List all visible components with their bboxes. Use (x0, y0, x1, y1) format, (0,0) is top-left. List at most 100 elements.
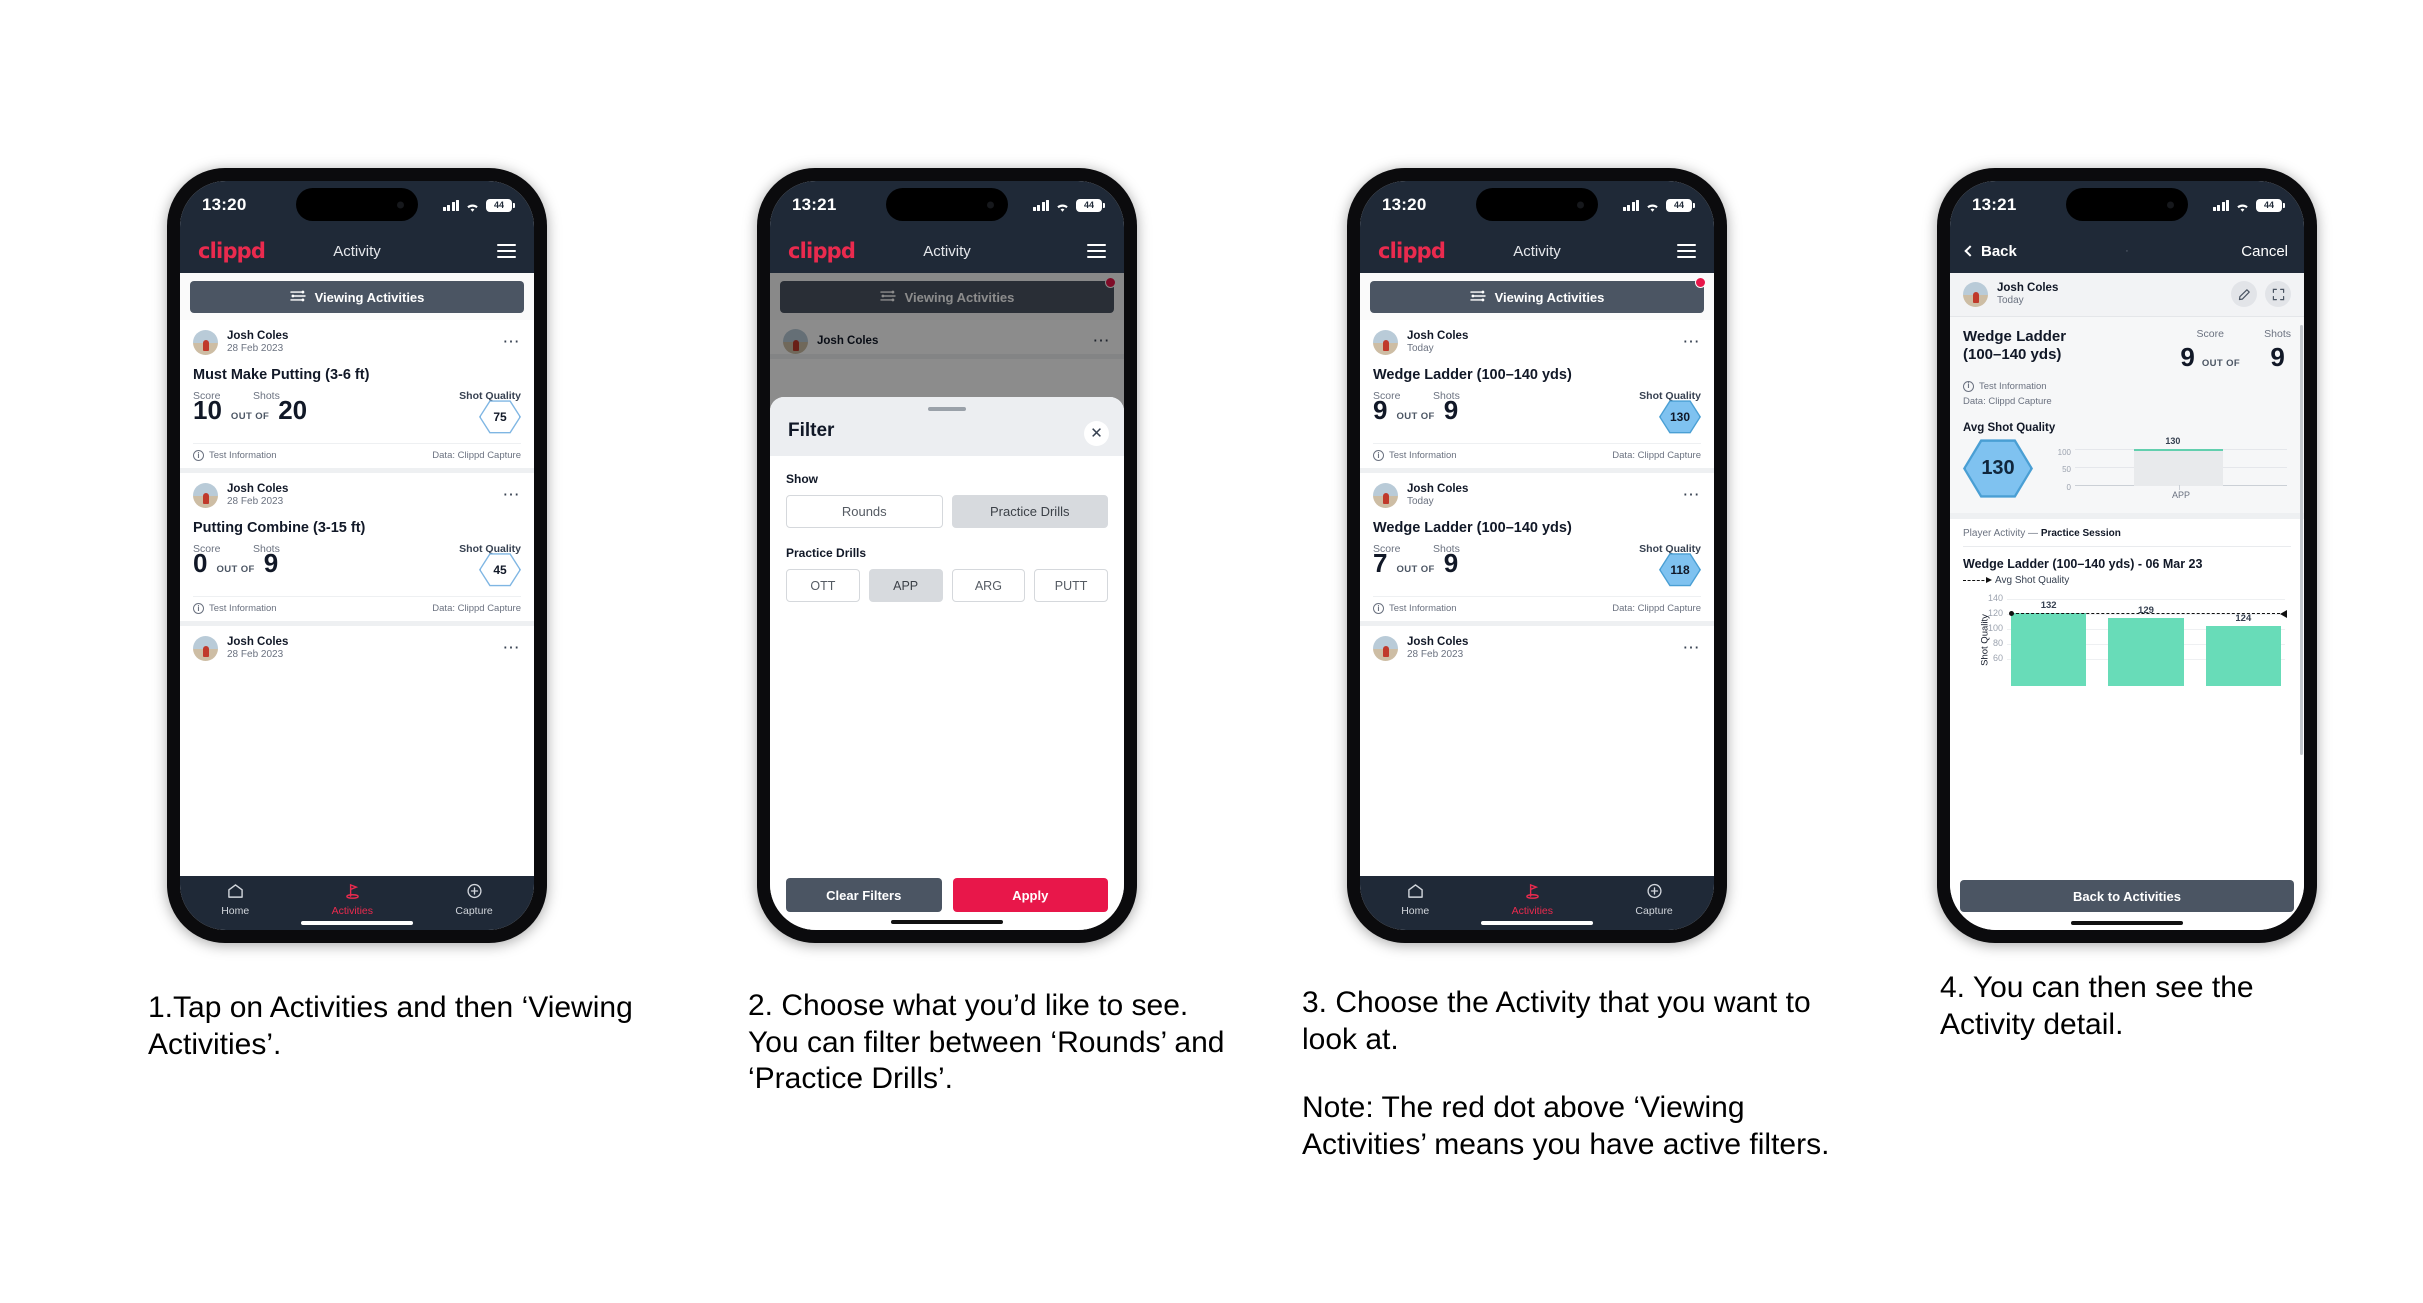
sheet-grabber[interactable] (928, 407, 966, 411)
close-icon[interactable]: ✕ (1084, 421, 1109, 446)
chip-putt[interactable]: PUTT (1034, 569, 1108, 602)
tab-activities[interactable]: Activities (332, 883, 373, 917)
tab-activities-label: Activities (1511, 905, 1554, 917)
page-title: Activity (333, 242, 381, 260)
out-of-label: OUT OF (1396, 563, 1435, 575)
data-source-label: Data: Clippd Capture (1612, 602, 1701, 614)
nav-center-dot: · (2125, 245, 2129, 257)
viewing-activities-button[interactable]: Viewing Activities (1370, 281, 1704, 313)
activity-card[interactable]: Josh Coles 28 Feb 2023 ⋯ Putting Combine… (180, 472, 534, 626)
detail-nav-bar: Back · Cancel (1950, 229, 2304, 273)
app-body: Viewing Activities Josh Coles 28 Feb 202… (180, 273, 534, 876)
card-header: Josh Coles 28 Feb 2023 ⋯ (193, 635, 521, 662)
activity-card-partial[interactable]: Josh Coles 28 Feb 2023 ⋯ (1360, 625, 1714, 662)
home-icon (1407, 883, 1424, 902)
caption-4-text: 4. You can then see the Activity detail. (1940, 971, 2254, 1041)
shots-value: 9 (2270, 341, 2285, 372)
scrollbar[interactable] (2299, 325, 2303, 755)
menu-icon[interactable] (1677, 244, 1696, 258)
bar-3: 124 (2205, 613, 2281, 686)
filter-bar-wrap: Viewing Activities (180, 273, 534, 320)
player-activity-value: Practice Session (2040, 527, 2121, 539)
tab-home[interactable]: Home (221, 883, 249, 917)
dynamic-island (2066, 188, 2188, 221)
cancel-button[interactable]: Cancel (2241, 243, 2288, 260)
back-to-activities-button[interactable]: Back to Activities (1960, 880, 2294, 912)
user-name: Josh Coles (227, 635, 289, 648)
phone-3: 13:20 44 clippd Activity Viewing Activit… (1347, 168, 1727, 943)
more-options-icon[interactable]: ⋯ (1683, 639, 1702, 656)
player-activity-section: Player Activity — Practice Session Wedge… (1950, 512, 2304, 686)
more-options-icon[interactable]: ⋯ (503, 486, 522, 503)
chip-rounds[interactable]: Rounds (786, 495, 943, 528)
shots-value: 20 (278, 394, 308, 425)
activity-card[interactable]: Josh Coles 28 Feb 2023 ⋯ Must Make Putti… (180, 320, 534, 473)
activity-date: 28 Feb 2023 (227, 343, 284, 355)
clear-filters-button[interactable]: Clear Filters (786, 878, 942, 912)
sheet-title: Filter (788, 420, 835, 441)
status-bar: 13:21 44 (770, 181, 1124, 229)
avg-shot-quality-hex: 130 (1963, 438, 2033, 500)
status-icons: 44 (2212, 198, 2285, 212)
data-source-label: Data: Clippd Capture (1963, 396, 2052, 408)
viewing-activities-button[interactable]: Viewing Activities (190, 281, 524, 313)
more-options-icon[interactable]: ⋯ (503, 333, 522, 350)
mini-chart-bar (2134, 448, 2224, 486)
tab-activities-label: Activities (331, 905, 374, 917)
apply-button[interactable]: Apply (952, 878, 1108, 912)
activity-card[interactable]: Josh Coles Today ⋯ Wedge Ladder (100–140… (1360, 472, 1714, 626)
tab-capture[interactable]: Capture (1635, 883, 1673, 917)
more-options-icon[interactable]: ⋯ (1683, 333, 1702, 350)
shot-quality-bar-chart: Shot Quality 140 120 100 80 60 132 129 1… (1963, 593, 2291, 686)
shots-value: 9 (1443, 394, 1459, 425)
legend-label: Avg Shot Quality (1995, 574, 2070, 586)
ytick: 60 (1992, 652, 2003, 663)
caption-4: 4. You can then see the Activity detail. (1940, 970, 2320, 1043)
golf-flag-icon (344, 883, 361, 902)
pencil-icon[interactable] (2231, 281, 2257, 308)
clippd-logo: clippd (788, 239, 856, 263)
phone-2: 13:21 44 clippd Activity Viewing Activit… (757, 168, 1137, 943)
info-icon: i (1963, 381, 1974, 393)
back-button[interactable]: Back (1964, 243, 2017, 260)
caption-3: 3. Choose the Activity that you want to … (1302, 985, 1847, 1163)
show-label: Show (786, 472, 818, 486)
dynamic-island (886, 188, 1008, 221)
battery-icon: 44 (486, 198, 515, 212)
activity-title: Wedge Ladder (100–140 yds) (1373, 519, 1572, 536)
caption-2: 2. Choose what you’d like to see. You ca… (748, 988, 1238, 1098)
expand-icon[interactable] (2265, 281, 2291, 308)
chip-arg[interactable]: ARG (951, 569, 1026, 602)
dynamic-island (1476, 188, 1598, 221)
card-footer: i Test Information Data: Clippd Capture (1373, 442, 1701, 468)
caption-2-text: 2. Choose what you’d like to see. You ca… (748, 989, 1225, 1096)
tab-activities[interactable]: Activities (1512, 883, 1553, 917)
card-header: Josh Coles 28 Feb 2023 ⋯ (1373, 635, 1701, 662)
home-indicator (301, 921, 413, 925)
filter-bar-wrap: Viewing Activities (1360, 273, 1714, 320)
avg-shot-quality-mini-chart: 130 100 50 0 APP (2045, 436, 2291, 500)
activity-card-partial[interactable]: Josh Coles 28 Feb 2023 ⋯ (180, 625, 534, 662)
chip-app[interactable]: APP (868, 569, 943, 602)
test-information-label: Test Information (1389, 602, 1457, 614)
golf-flag-icon (1524, 883, 1541, 902)
shots-label: Shots (2264, 327, 2291, 340)
chip-ott[interactable]: OTT (786, 569, 860, 602)
activity-card[interactable]: Josh Coles Today ⋯ Wedge Ladder (100–140… (1360, 320, 1714, 473)
chip-practice-drills[interactable]: Practice Drills (951, 495, 1108, 528)
phone-1-screen: 13:20 44 clippd Activity Viewing Activit… (180, 181, 534, 930)
wifi-icon (1645, 200, 1660, 212)
bar-2: 129 (2108, 605, 2184, 686)
menu-icon[interactable] (1087, 244, 1106, 258)
menu-icon[interactable] (497, 244, 516, 258)
tab-capture[interactable]: Capture (455, 883, 493, 917)
tab-home[interactable]: Home (1401, 883, 1429, 917)
show-options: Rounds Practice Drills (786, 495, 1108, 528)
data-source-label: Data: Clippd Capture (432, 602, 521, 614)
wifi-icon (2235, 200, 2250, 212)
more-options-icon[interactable]: ⋯ (1683, 486, 1702, 503)
chart-plot-area: 132 129 124 (2007, 598, 2287, 686)
more-options-icon[interactable]: ⋯ (503, 639, 522, 656)
user-name: Josh Coles (1407, 482, 1469, 495)
status-icons: 44 (442, 198, 515, 212)
